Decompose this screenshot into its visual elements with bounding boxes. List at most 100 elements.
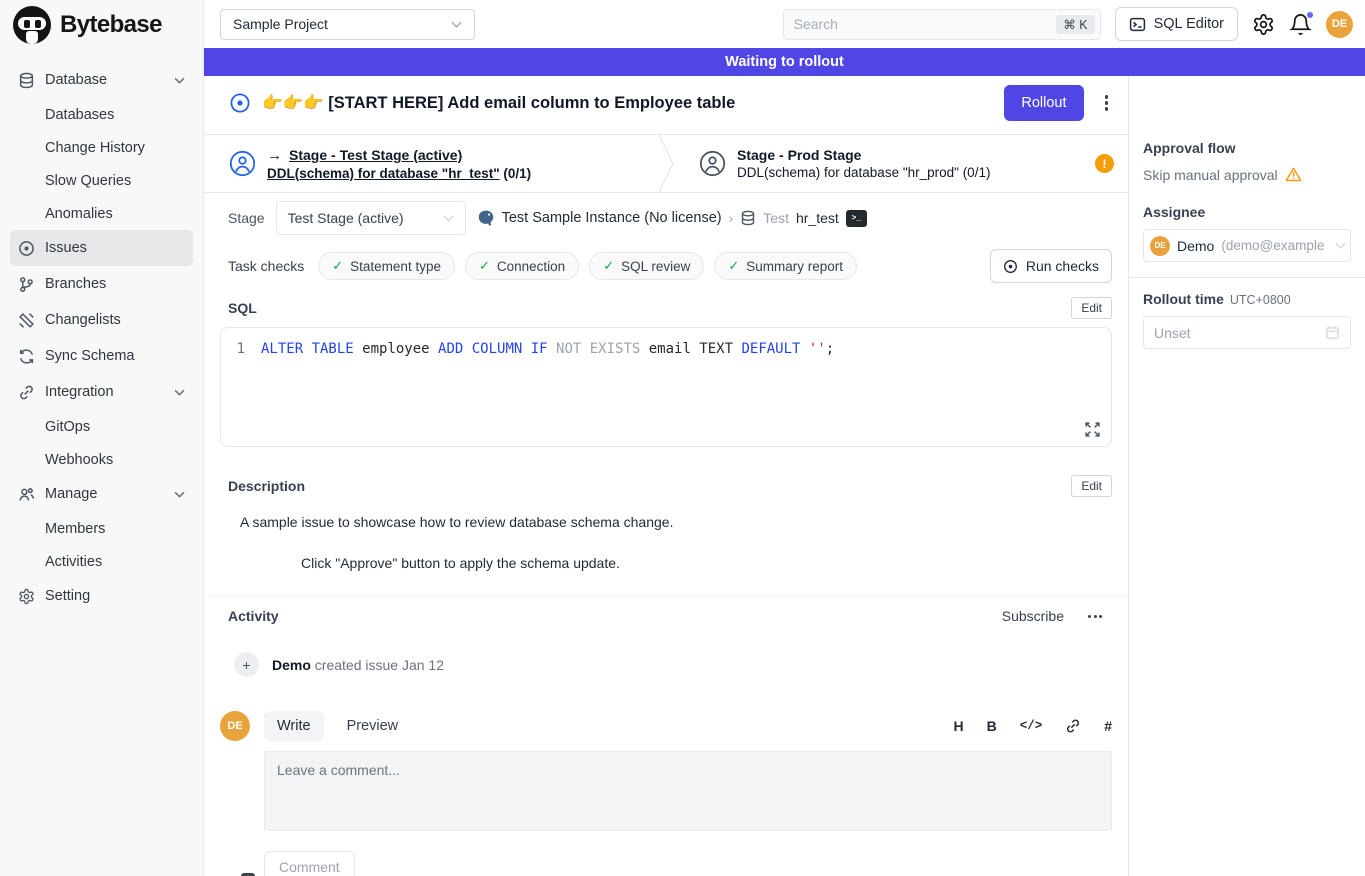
- comment-input[interactable]: [264, 751, 1112, 831]
- expand-icon[interactable]: [1084, 421, 1101, 438]
- stage-select-label: Stage: [228, 210, 265, 226]
- comment-composer: DE Write Preview H B </>: [220, 711, 1128, 876]
- sidebar-item-members[interactable]: Members: [10, 512, 193, 545]
- approval-flow-value: Skip manual approval: [1143, 167, 1278, 183]
- description-line: Click "Approve" button to apply the sche…: [301, 555, 1112, 571]
- stage-card-test[interactable]: → Stage - Test Stage (active) DDL(schema…: [204, 135, 658, 192]
- sql-editor-button[interactable]: SQL Editor: [1115, 7, 1238, 41]
- chevron-right-icon: ›: [729, 210, 734, 226]
- comment-submit-button[interactable]: Comment: [264, 851, 355, 876]
- brand-logo[interactable]: Bytebase: [0, 0, 203, 50]
- notification-dot: [1306, 11, 1314, 19]
- run-checks-button[interactable]: Run checks: [990, 249, 1112, 283]
- bytebase-mascot-icon: [13, 6, 51, 44]
- stage-task-count: (0/1): [503, 166, 531, 181]
- subscribe-button[interactable]: Subscribe: [1002, 608, 1064, 624]
- link-icon[interactable]: [1065, 718, 1081, 734]
- environment-label: Test: [763, 210, 789, 226]
- sidebar-item-manage[interactable]: Manage: [10, 476, 193, 512]
- issue-dot-icon: [18, 240, 35, 257]
- assignee-select[interactable]: DE Demo (demo@example: [1143, 229, 1351, 262]
- sidebar-item-issues[interactable]: Issues: [10, 230, 193, 266]
- person-circle-icon: [699, 150, 726, 177]
- ellipsis-menu-icon[interactable]: [1088, 615, 1102, 618]
- stage-selector-row: Stage Test Stage (active) Test Sample In…: [204, 193, 1128, 243]
- issue-title: 👉👉👉 [START HERE] Add email column to Emp…: [262, 94, 735, 113]
- sql-statement: ALTER TABLE employee ADD COLUMN IF NOT E…: [261, 340, 834, 359]
- sidebar-item-changelists[interactable]: Changelists: [10, 302, 193, 338]
- assignee-name: Demo: [1177, 238, 1214, 254]
- rollout-timezone: UTC+0800: [1230, 293, 1291, 307]
- tab-preview[interactable]: Preview: [334, 711, 412, 741]
- activity-text: Demo created issue Jan 12: [272, 657, 444, 673]
- sidebar-item-label: Database: [45, 72, 107, 88]
- sidebar-item-database[interactable]: Database: [10, 62, 193, 98]
- check-icon: ✓: [479, 258, 490, 274]
- issue-sidebar: Approval flow Skip manual approval Assig…: [1128, 76, 1365, 876]
- sidebar-item-anomalies[interactable]: Anomalies: [10, 197, 193, 230]
- stage-select[interactable]: Test Stage (active): [276, 201, 466, 235]
- users-icon: [18, 486, 35, 503]
- database-link[interactable]: hr_test: [796, 210, 839, 226]
- check-icon: ✓: [332, 258, 343, 274]
- commenter-avatar: DE: [220, 711, 250, 876]
- task-checks-row: Task checks ✓ Statement type ✓ Connectio…: [204, 243, 1128, 289]
- settings-gear-icon[interactable]: [1252, 13, 1275, 36]
- divider: [1129, 277, 1365, 278]
- sidebar-item-slow-queries[interactable]: Slow Queries: [10, 164, 193, 197]
- description-edit-button[interactable]: Edit: [1071, 475, 1112, 497]
- sidebar-item-webhooks[interactable]: Webhooks: [10, 443, 193, 476]
- bold-icon[interactable]: B: [987, 718, 997, 734]
- sidebar-item-branches[interactable]: Branches: [10, 266, 193, 302]
- sidebar-item-setting[interactable]: Setting: [10, 578, 193, 614]
- sql-editor[interactable]: 1 ALTER TABLE employee ADD COLUMN IF NOT…: [220, 327, 1112, 447]
- search-input[interactable]: [794, 16, 1051, 32]
- warning-circle-icon: !: [1095, 154, 1114, 173]
- hash-icon[interactable]: #: [1104, 718, 1112, 734]
- sidebar-item-databases[interactable]: Databases: [10, 98, 193, 131]
- postgres-elephant-icon: [477, 209, 495, 227]
- check-pill-sql-review[interactable]: ✓ SQL review: [589, 252, 704, 280]
- project-select[interactable]: Sample Project: [220, 9, 475, 40]
- issue-detail: 👉👉👉 [START HERE] Add email column to Emp…: [204, 76, 1128, 876]
- approval-flow-title: Approval flow: [1143, 140, 1351, 156]
- chevron-down-icon: [174, 387, 185, 398]
- sidebar-item-integration[interactable]: Integration: [10, 374, 193, 410]
- rollout-time-input[interactable]: Unset: [1143, 316, 1351, 349]
- assignee-email: (demo@example: [1221, 238, 1328, 253]
- sidebar-item-sync-schema[interactable]: Sync Schema: [10, 338, 193, 374]
- check-pill-summary-report[interactable]: ✓ Summary report: [714, 252, 857, 280]
- stage-card-prod[interactable]: Stage - Prod Stage DDL(schema) for datab…: [674, 135, 1128, 192]
- sql-edit-button[interactable]: Edit: [1071, 297, 1112, 319]
- sidebar-item-change-history[interactable]: Change History: [10, 131, 193, 164]
- code-icon[interactable]: </>: [1020, 719, 1043, 733]
- open-sql-editor-icon[interactable]: >_: [846, 210, 867, 227]
- sidebar-item-gitops[interactable]: GitOps: [10, 410, 193, 443]
- search-box[interactable]: ⌘ K: [783, 9, 1101, 40]
- sql-section: SQL Edit 1 ALTER TABLE employee ADD COLU…: [204, 289, 1128, 447]
- user-avatar[interactable]: DE: [1326, 11, 1353, 38]
- stage-separator: [658, 135, 674, 192]
- line-number: 1: [221, 340, 261, 359]
- heading-icon[interactable]: H: [953, 718, 963, 734]
- git-branch-icon: [18, 276, 35, 293]
- tab-write[interactable]: Write: [264, 711, 324, 741]
- notification-bell-icon[interactable]: [1289, 13, 1312, 36]
- check-pill-statement-type[interactable]: ✓ Statement type: [318, 252, 455, 280]
- sync-arrows-icon: [18, 348, 35, 365]
- database-breadcrumb: Test Sample Instance (No license) › Test…: [477, 209, 867, 227]
- project-select-value: Sample Project: [233, 16, 328, 32]
- sidebar-item-activities[interactable]: Activities: [10, 545, 193, 578]
- stage-task: DDL(schema) for database "hr_prod" (0/1): [737, 165, 990, 180]
- rollout-button[interactable]: Rollout: [1004, 85, 1083, 121]
- check-pill-connection[interactable]: ✓ Connection: [465, 252, 579, 280]
- stage-title: Stage - Prod Stage: [737, 147, 861, 163]
- stage-title: Stage - Test Stage (active): [289, 147, 462, 163]
- topbar: Sample Project ⌘ K SQL Editor DE: [204, 0, 1365, 48]
- kebab-menu-icon[interactable]: [1101, 91, 1113, 115]
- stage-task-link[interactable]: DDL(schema) for database "hr_test": [267, 166, 500, 181]
- brand-name: Bytebase: [60, 11, 162, 39]
- description-section: Description Edit A sample issue to showc…: [204, 467, 1128, 571]
- instance-link[interactable]: Test Sample Instance (No license): [502, 210, 722, 226]
- activity-actor: Demo: [272, 657, 311, 673]
